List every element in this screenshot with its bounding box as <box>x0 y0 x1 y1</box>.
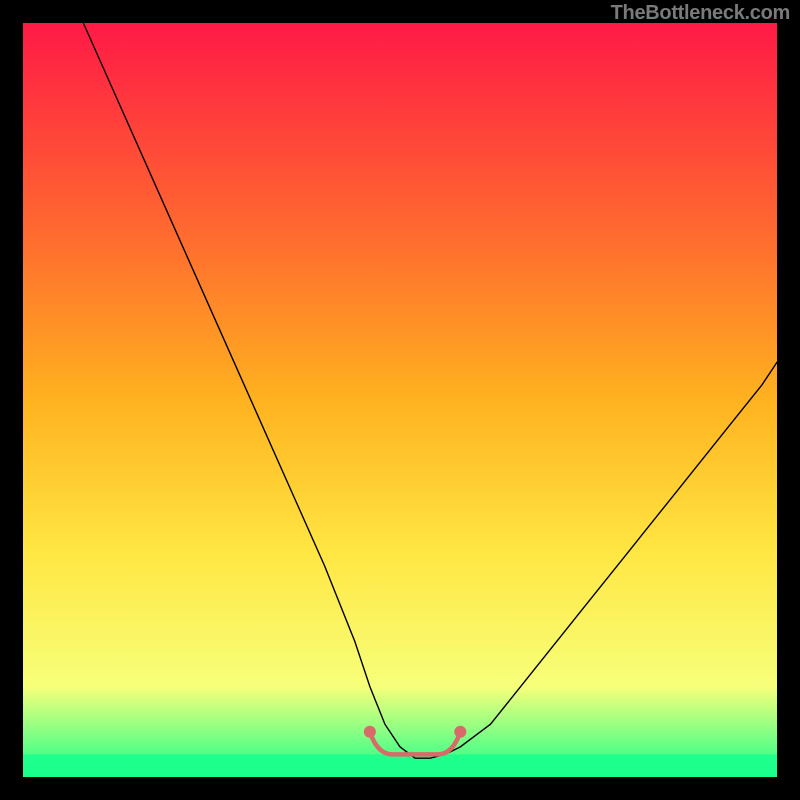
watermark-text: TheBottleneck.com <box>611 2 790 25</box>
bottleneck-chart <box>23 23 777 777</box>
chart-frame: TheBottleneck.com <box>0 0 800 800</box>
gradient-background <box>23 23 777 777</box>
valley-band <box>23 754 777 777</box>
optimal-start-dot <box>364 726 376 738</box>
optimal-end-dot <box>454 726 466 738</box>
